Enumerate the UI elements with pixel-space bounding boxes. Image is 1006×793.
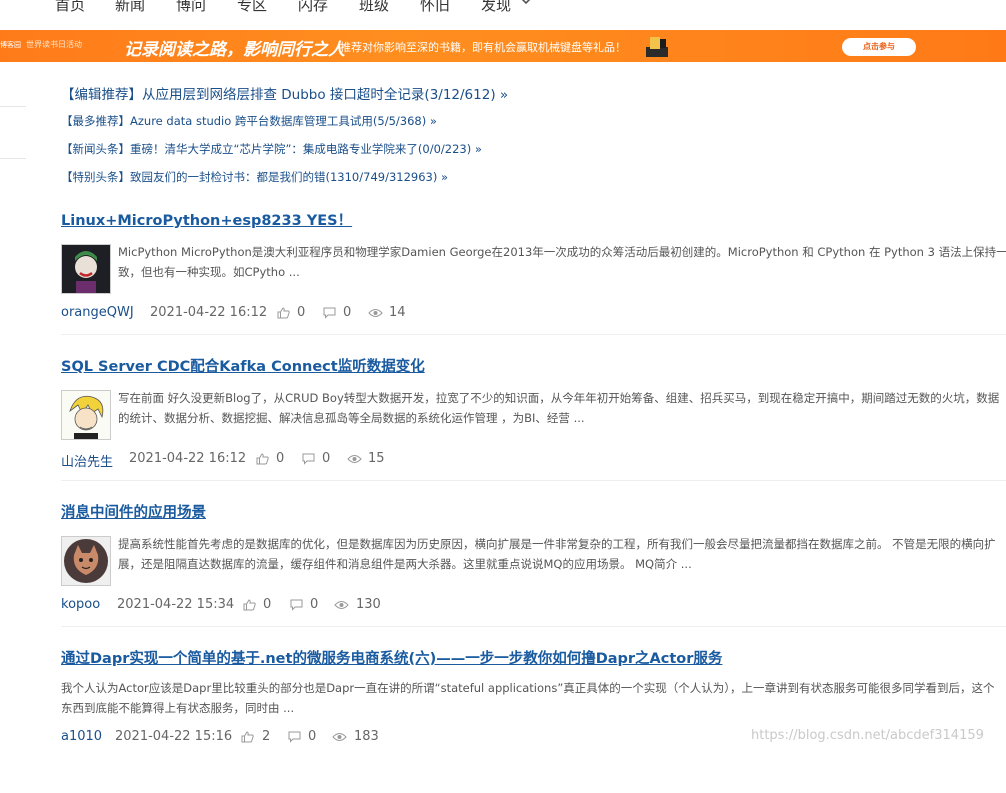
post-title[interactable]: 消息中间件的应用场景 [61, 501, 206, 522]
post-title[interactable]: Linux+MicroPython+esp8233 YES！ [61, 209, 352, 230]
post-author[interactable]: kopoo [61, 597, 100, 612]
post-title[interactable]: SQL Server CDC配合Kafka Connect监听数据变化 [61, 355, 425, 376]
post-date: 2021-04-22 16:12 [150, 305, 268, 320]
nav-ask[interactable]: 博问 [176, 0, 206, 15]
news-link-special[interactable]: 【特别头条】致园友们的一封检讨书：都是我们的错(1310/749/312963)… [61, 169, 448, 185]
comment-count: 0 [322, 451, 331, 466]
news-link-headline[interactable]: 【新闻头条】重磅！清华大学成立“芯片学院”：集成电路专业学院来了(0/0/223… [61, 141, 482, 157]
avatar[interactable] [61, 536, 111, 586]
comment-icon[interactable] [290, 599, 303, 611]
view-count: 183 [354, 729, 379, 744]
post-summary: 我个人认为Actor应该是Dapr里比较重头的部分也是Dapr一直在讲的所谓“s… [61, 681, 995, 715]
banner-logo: 博客园 [0, 41, 21, 49]
eye-icon [347, 455, 362, 463]
nav-discover[interactable]: 发现 [481, 0, 511, 15]
view-count: 130 [356, 597, 381, 612]
thumbs-up-icon[interactable] [256, 453, 269, 465]
thumbs-up-icon[interactable] [243, 599, 256, 611]
sidebar-divider [0, 158, 26, 159]
banner-slogan: 记录阅读之路，影响同行之人 [124, 40, 345, 60]
news-link-most[interactable]: 【最多推荐】Azure data studio 跨平台数据库管理工具试用(5/5… [61, 113, 437, 129]
thumbs-up-icon[interactable] [277, 307, 290, 319]
post-date: 2021-04-22 15:34 [117, 597, 235, 612]
banner-event-name: 世界读书日活动 [26, 40, 82, 49]
post-summary: 提高系统性能首先考虑的是数据库的优化，但是数据库因为历史原因，横向扩展是一件非常… [118, 537, 996, 571]
like-count: 0 [276, 451, 285, 466]
post-date: 2021-04-22 16:12 [129, 451, 247, 466]
view-count: 15 [368, 451, 385, 466]
avatar[interactable] [61, 390, 111, 440]
nav-home[interactable]: 首页 [55, 0, 85, 15]
view-count: 14 [389, 305, 406, 320]
post-author[interactable]: 山治先生 [61, 451, 113, 470]
eye-icon [334, 601, 349, 609]
post-divider [61, 480, 1006, 481]
banner-description: 推荐对你影响至深的书籍，即有机会赢取机械键盘等礼品！ [340, 41, 626, 54]
nav-zone[interactable]: 专区 [237, 0, 267, 15]
eye-icon [332, 733, 347, 741]
promo-banner[interactable]: 博客园 世界读书日活动 记录阅读之路，影响同行之人 推荐对你影响至深的书籍，即有… [0, 30, 1006, 62]
comment-count: 0 [308, 729, 317, 744]
book-icon [646, 37, 668, 57]
avatar[interactable] [61, 244, 111, 294]
like-count: 0 [263, 597, 272, 612]
top-nav: 首页 新闻 博问 专区 闪存 班级 怀旧 发现 [0, 0, 1006, 28]
like-count: 2 [262, 729, 271, 744]
post-item: 通过Dapr实现一个简单的基于.net的微服务电商系统(六)——一步一步教你如何… [61, 647, 1006, 793]
comment-count: 0 [310, 597, 319, 612]
post-summary: 写在前面 好久没更新Blog了，从CRUD Boy转型大数据开发，拉宽了不少的知… [118, 391, 1000, 425]
post-summary: MicPython MicroPython是澳大利亚程序员和物理学家Damien… [118, 245, 1006, 279]
sidebar-divider [0, 106, 26, 107]
eye-icon [368, 309, 383, 317]
post-divider [61, 334, 1006, 335]
nav-class[interactable]: 班级 [359, 0, 389, 15]
comment-count: 0 [343, 305, 352, 320]
post-title[interactable]: 通过Dapr实现一个简单的基于.net的微服务电商系统(六)——一步一步教你如何… [61, 647, 722, 668]
nav-flash[interactable]: 闪存 [298, 0, 328, 15]
comment-icon[interactable] [288, 731, 301, 743]
comment-icon[interactable] [323, 307, 336, 319]
post-divider [61, 626, 1006, 627]
banner-join-button[interactable]: 点击参与 [842, 38, 916, 56]
post-date: 2021-04-22 15:16 [115, 729, 233, 744]
news-link-editor[interactable]: 【编辑推荐】从应用层到网络层排查 Dubbo 接口超时全记录(3/12/612)… [61, 83, 508, 103]
nav-news[interactable]: 新闻 [115, 0, 145, 15]
nav-nostalgia[interactable]: 怀旧 [420, 0, 450, 15]
watermark: https://blog.csdn.net/abcdef314159 [751, 728, 984, 743]
chevron-down-icon[interactable] [520, 0, 532, 8]
comment-icon[interactable] [302, 453, 315, 465]
thumbs-up-icon[interactable] [241, 731, 254, 743]
like-count: 0 [297, 305, 306, 320]
post-author[interactable]: a1010 [61, 729, 102, 744]
post-author[interactable]: orangeQWJ [61, 305, 134, 320]
